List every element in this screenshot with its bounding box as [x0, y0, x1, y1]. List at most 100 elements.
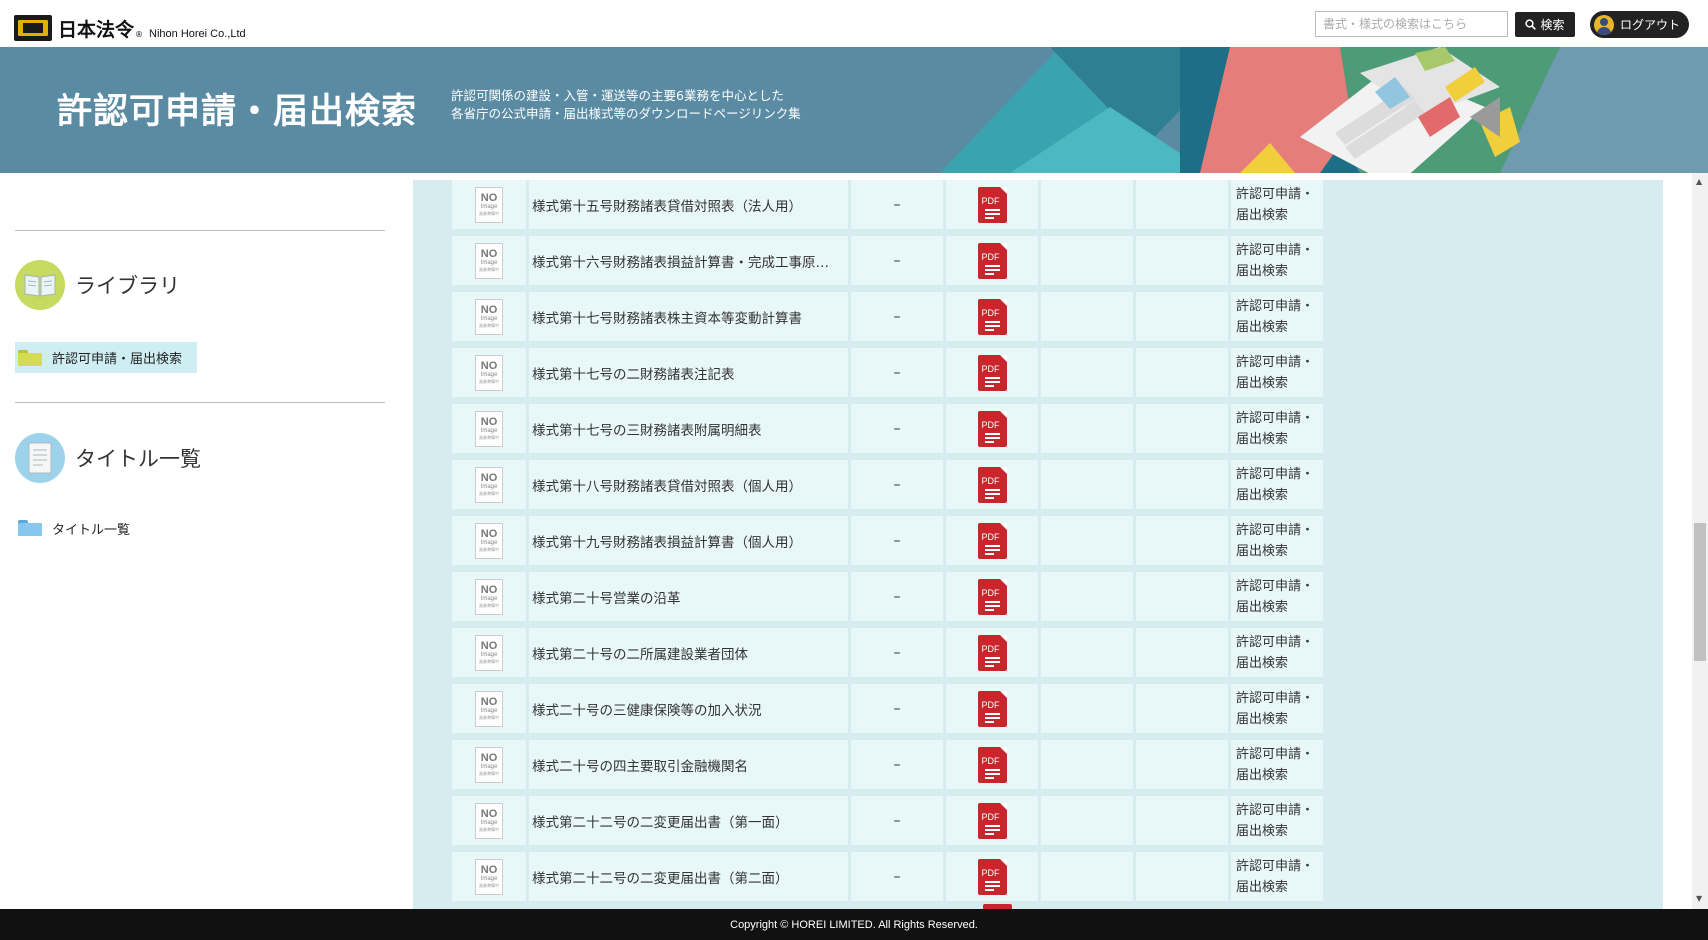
table-row[interactable]: NO Image 画像準備中 様式二十号の三健康保険等の加入状況 – PDF 許認可申請・届… — [452, 684, 1326, 740]
logout-button[interactable]: ログアウト — [1590, 11, 1689, 38]
document-title[interactable]: 様式第十七号の三財務諸表附属明細表 — [529, 404, 848, 453]
scroll-down-icon[interactable]: ▼ — [1696, 894, 1702, 903]
document-title[interactable]: 様式第二十号営業の沿革 — [529, 572, 848, 621]
empty-cell — [1136, 628, 1228, 677]
thumbnail-cell: NO Image 画像準備中 — [452, 628, 526, 677]
no-image-small: 画像準備中 — [479, 491, 499, 496]
document-date: – — [851, 404, 943, 453]
thumbnail-cell: NO Image 画像準備中 — [452, 236, 526, 285]
company-logo[interactable]: 日本法令 ® Nihon Horei Co.,Ltd — [14, 15, 246, 41]
no-image-small: 画像準備中 — [479, 211, 499, 216]
table-row[interactable]: NO Image 画像準備中 様式第十七号の二財務諸表注記表 – PDF 許認可申請・届出検… — [452, 348, 1326, 404]
pdf-label: PDF — [981, 475, 1000, 486]
table-row[interactable]: NO Image 画像準備中 様式第十七号の三財務諸表附属明細表 – PDF 許認可申請・届… — [452, 404, 1326, 460]
document-date: – — [851, 852, 943, 901]
document-title[interactable]: 様式第十七号の二財務諸表注記表 — [529, 348, 848, 397]
sidebar-item-title-list[interactable]: タイトル一覧 — [18, 517, 130, 539]
no-image-icon: NO Image 画像準備中 — [475, 354, 503, 391]
library-heading: ライブラリ — [75, 274, 180, 298]
category-label: 許認可申請・届出検索 — [1231, 404, 1323, 453]
sidebar-item-permit-search[interactable]: 許認可申請・届出検索 — [15, 342, 197, 373]
scrollbar-thumb[interactable] — [1694, 523, 1706, 661]
pdf-icon[interactable]: PDF — [977, 690, 1007, 727]
document-title[interactable]: 様式二十号の四主要取引金融機関名 — [529, 740, 848, 789]
pdf-icon[interactable]: PDF — [977, 242, 1007, 279]
document-title[interactable]: 様式第二十二号の二変更届出書（第一面） — [529, 796, 848, 845]
table-row[interactable]: NO Image 画像準備中 様式第二十号営業の沿革 – PDF 許認可申請・届出検索 — [452, 572, 1326, 628]
thumbnail-cell: NO Image 画像準備中 — [452, 572, 526, 621]
pdf-icon[interactable]: PDF — [977, 578, 1007, 615]
sidebar-divider — [15, 230, 385, 231]
search-icon — [1525, 19, 1537, 30]
no-image-icon: NO Image 画像準備中 — [475, 690, 503, 727]
category-label: 許認可申請・届出検索 — [1231, 684, 1323, 733]
document-date: – — [851, 572, 943, 621]
document-title[interactable]: 様式第十八号財務諸表貸借対照表（個人用） — [529, 460, 848, 509]
pdf-label: PDF — [981, 643, 1000, 654]
thumbnail-cell: NO Image 画像準備中 — [452, 460, 526, 509]
table-row[interactable]: NO Image 画像準備中 様式第十五号財務諸表貸借対照表（法人用） – PDF 許認可申… — [452, 180, 1326, 236]
pdf-icon[interactable]: PDF — [977, 466, 1007, 503]
thumbnail-cell: NO Image 画像準備中 — [452, 180, 526, 229]
pdf-icon[interactable]: PDF — [977, 522, 1007, 559]
pdf-icon[interactable]: PDF — [977, 634, 1007, 671]
table-row[interactable]: NO Image 画像準備中 様式第二十二号の二変更届出書（第一面） – PDF 許認可申請… — [452, 796, 1326, 852]
logo-english-name: Nihon Horei Co.,Ltd — [149, 28, 246, 40]
no-image-small: 画像準備中 — [479, 659, 499, 664]
search-input[interactable] — [1315, 11, 1508, 37]
document-list-icon — [15, 433, 65, 483]
category-label: 許認可申請・届出検索 — [1231, 180, 1323, 229]
empty-cell — [1136, 460, 1228, 509]
category-label: 許認可申請・届出検索 — [1231, 740, 1323, 789]
pdf-cell: PDF — [946, 796, 1038, 845]
pdf-icon[interactable]: PDF — [977, 186, 1007, 223]
results-panel: NO Image 画像準備中 様式第十五号財務諸表貸借対照表（法人用） – PDF 許認可申… — [400, 173, 1692, 909]
scroll-up-icon[interactable]: ▲ — [1696, 177, 1702, 186]
no-image-icon: NO Image 画像準備中 — [475, 858, 503, 895]
no-image-icon: NO Image 画像準備中 — [475, 242, 503, 279]
document-title[interactable]: 様式第十七号財務諸表株主資本等変動計算書 — [529, 292, 848, 341]
no-image-sub: Image — [480, 596, 498, 602]
document-date: – — [851, 796, 943, 845]
table-row[interactable]: NO Image 画像準備中 様式第十八号財務諸表貸借対照表（個人用） – PDF 許認可申… — [452, 460, 1326, 516]
pdf-icon[interactable]: PDF — [977, 410, 1007, 447]
table-row[interactable]: NO Image 画像準備中 様式二十号の四主要取引金融機関名 – PDF 許認可申請・届出… — [452, 740, 1326, 796]
table-row[interactable]: NO Image 画像準備中 様式第十九号財務諸表損益計算書（個人用） – PDF 許認可申… — [452, 516, 1326, 572]
document-date: – — [851, 180, 943, 229]
pdf-icon[interactable]: PDF — [977, 858, 1007, 895]
no-image-label: NO — [480, 696, 498, 708]
document-title[interactable]: 様式二十号の三健康保険等の加入状況 — [529, 684, 848, 733]
no-image-small: 画像準備中 — [479, 323, 499, 328]
table-row[interactable]: NO Image 画像準備中 様式第十七号財務諸表株主資本等変動計算書 – PDF 許認可申… — [452, 292, 1326, 348]
document-date: – — [851, 348, 943, 397]
document-title[interactable]: 様式第二十二号の二変更届出書（第二面） — [529, 852, 848, 901]
pdf-icon[interactable]: PDF — [977, 746, 1007, 783]
pdf-icon[interactable]: PDF — [977, 354, 1007, 391]
no-image-sub: Image — [480, 204, 498, 210]
search-button[interactable]: 検索 — [1515, 12, 1575, 37]
document-title[interactable]: 様式第二十号の二所属建設業者団体 — [529, 628, 848, 677]
no-image-sub: Image — [480, 820, 498, 826]
document-title[interactable]: 様式第十五号財務諸表貸借対照表（法人用） — [529, 180, 848, 229]
no-image-icon: NO Image 画像準備中 — [475, 578, 503, 615]
document-title[interactable]: 様式第十九号財務諸表損益計算書（個人用） — [529, 516, 848, 565]
table-row[interactable]: NO Image 画像準備中 様式第二十二号の二変更届出書（第二面） – PDF 許認可申請… — [452, 852, 1326, 908]
pdf-icon[interactable]: PDF — [977, 802, 1007, 839]
empty-cell — [1136, 180, 1228, 229]
pdf-icon[interactable]: PDF — [977, 298, 1007, 335]
document-title[interactable]: 様式第十六号財務諸表損益計算書・完成工事原… — [529, 236, 848, 285]
page-scrollbar[interactable]: ▲ ▼ — [1692, 173, 1708, 909]
no-image-small: 画像準備中 — [479, 435, 499, 440]
empty-cell — [1041, 404, 1133, 453]
no-image-icon: NO Image 画像準備中 — [475, 186, 503, 223]
table-row[interactable]: NO Image 画像準備中 様式第二十号の二所属建設業者団体 – PDF 許認可申請・届出… — [452, 628, 1326, 684]
copyright-text: Copyright © HOREI LIMITED. All Rights Re… — [730, 918, 978, 931]
thumbnail-cell: NO Image 画像準備中 — [452, 740, 526, 789]
sidebar-divider — [15, 402, 385, 403]
logout-button-label: ログアウト — [1620, 18, 1681, 32]
thumbnail-cell: NO Image 画像準備中 — [452, 852, 526, 901]
banner-illustration — [940, 47, 1708, 173]
logo-registered-mark: ® — [135, 30, 144, 39]
folder-icon — [18, 520, 42, 536]
table-row[interactable]: NO Image 画像準備中 様式第十六号財務諸表損益計算書・完成工事原… – PDF 許認… — [452, 236, 1326, 292]
